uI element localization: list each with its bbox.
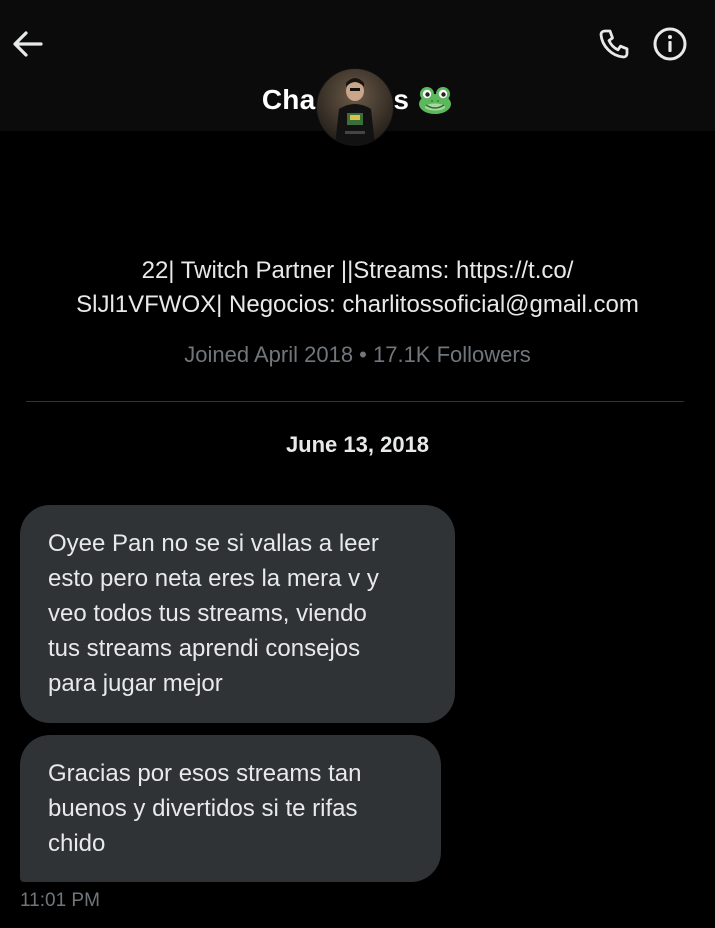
date-separator: June 13, 2018 — [285, 432, 430, 457]
message-bubble[interactable]: Oyee Pan no se si vallas a leer esto per… — [20, 505, 455, 723]
profile-meta: Joined April 2018 • 17.1K Followers — [184, 342, 531, 367]
message-bubble[interactable]: Gracias por esos streams tan buenos y di… — [20, 735, 441, 882]
message-line: buenos y divertidos si te rifas — [48, 795, 358, 822]
avatar-photo — [317, 69, 393, 145]
message-line: Oyee Pan no se si vallas a leer — [48, 530, 379, 557]
arrow-left-icon — [13, 31, 43, 57]
call-button[interactable] — [594, 24, 634, 64]
avatar[interactable] — [316, 68, 394, 146]
frog-face-icon — [419, 87, 452, 114]
info-icon — [653, 27, 687, 61]
message-timestamp: 11:01 PM — [20, 890, 100, 911]
back-button[interactable] — [8, 24, 48, 64]
profile-bio: 22| Twitch Partner ||Streams: https://t.… — [0, 254, 715, 322]
divider — [26, 401, 684, 402]
title-right: s — [393, 84, 410, 115]
message-line: veo todos tus streams, viendo — [48, 600, 367, 627]
bio-line: SlJl1VFWOX| Negocios: charlitossoficial@… — [76, 291, 639, 318]
message-line: Gracias por esos streams tan — [48, 760, 362, 787]
message-line: chido — [48, 830, 106, 857]
message-line: esto pero neta eres la mera v y — [48, 565, 379, 592]
bio-line: 22| Twitch Partner ||Streams: https://t.… — [141, 257, 574, 284]
title-left: Cha — [261, 84, 316, 115]
message-line: tus streams aprendi consejos — [48, 635, 361, 662]
info-button[interactable] — [650, 24, 690, 64]
message-line: para jugar mejor — [48, 670, 223, 697]
phone-icon — [599, 29, 629, 59]
